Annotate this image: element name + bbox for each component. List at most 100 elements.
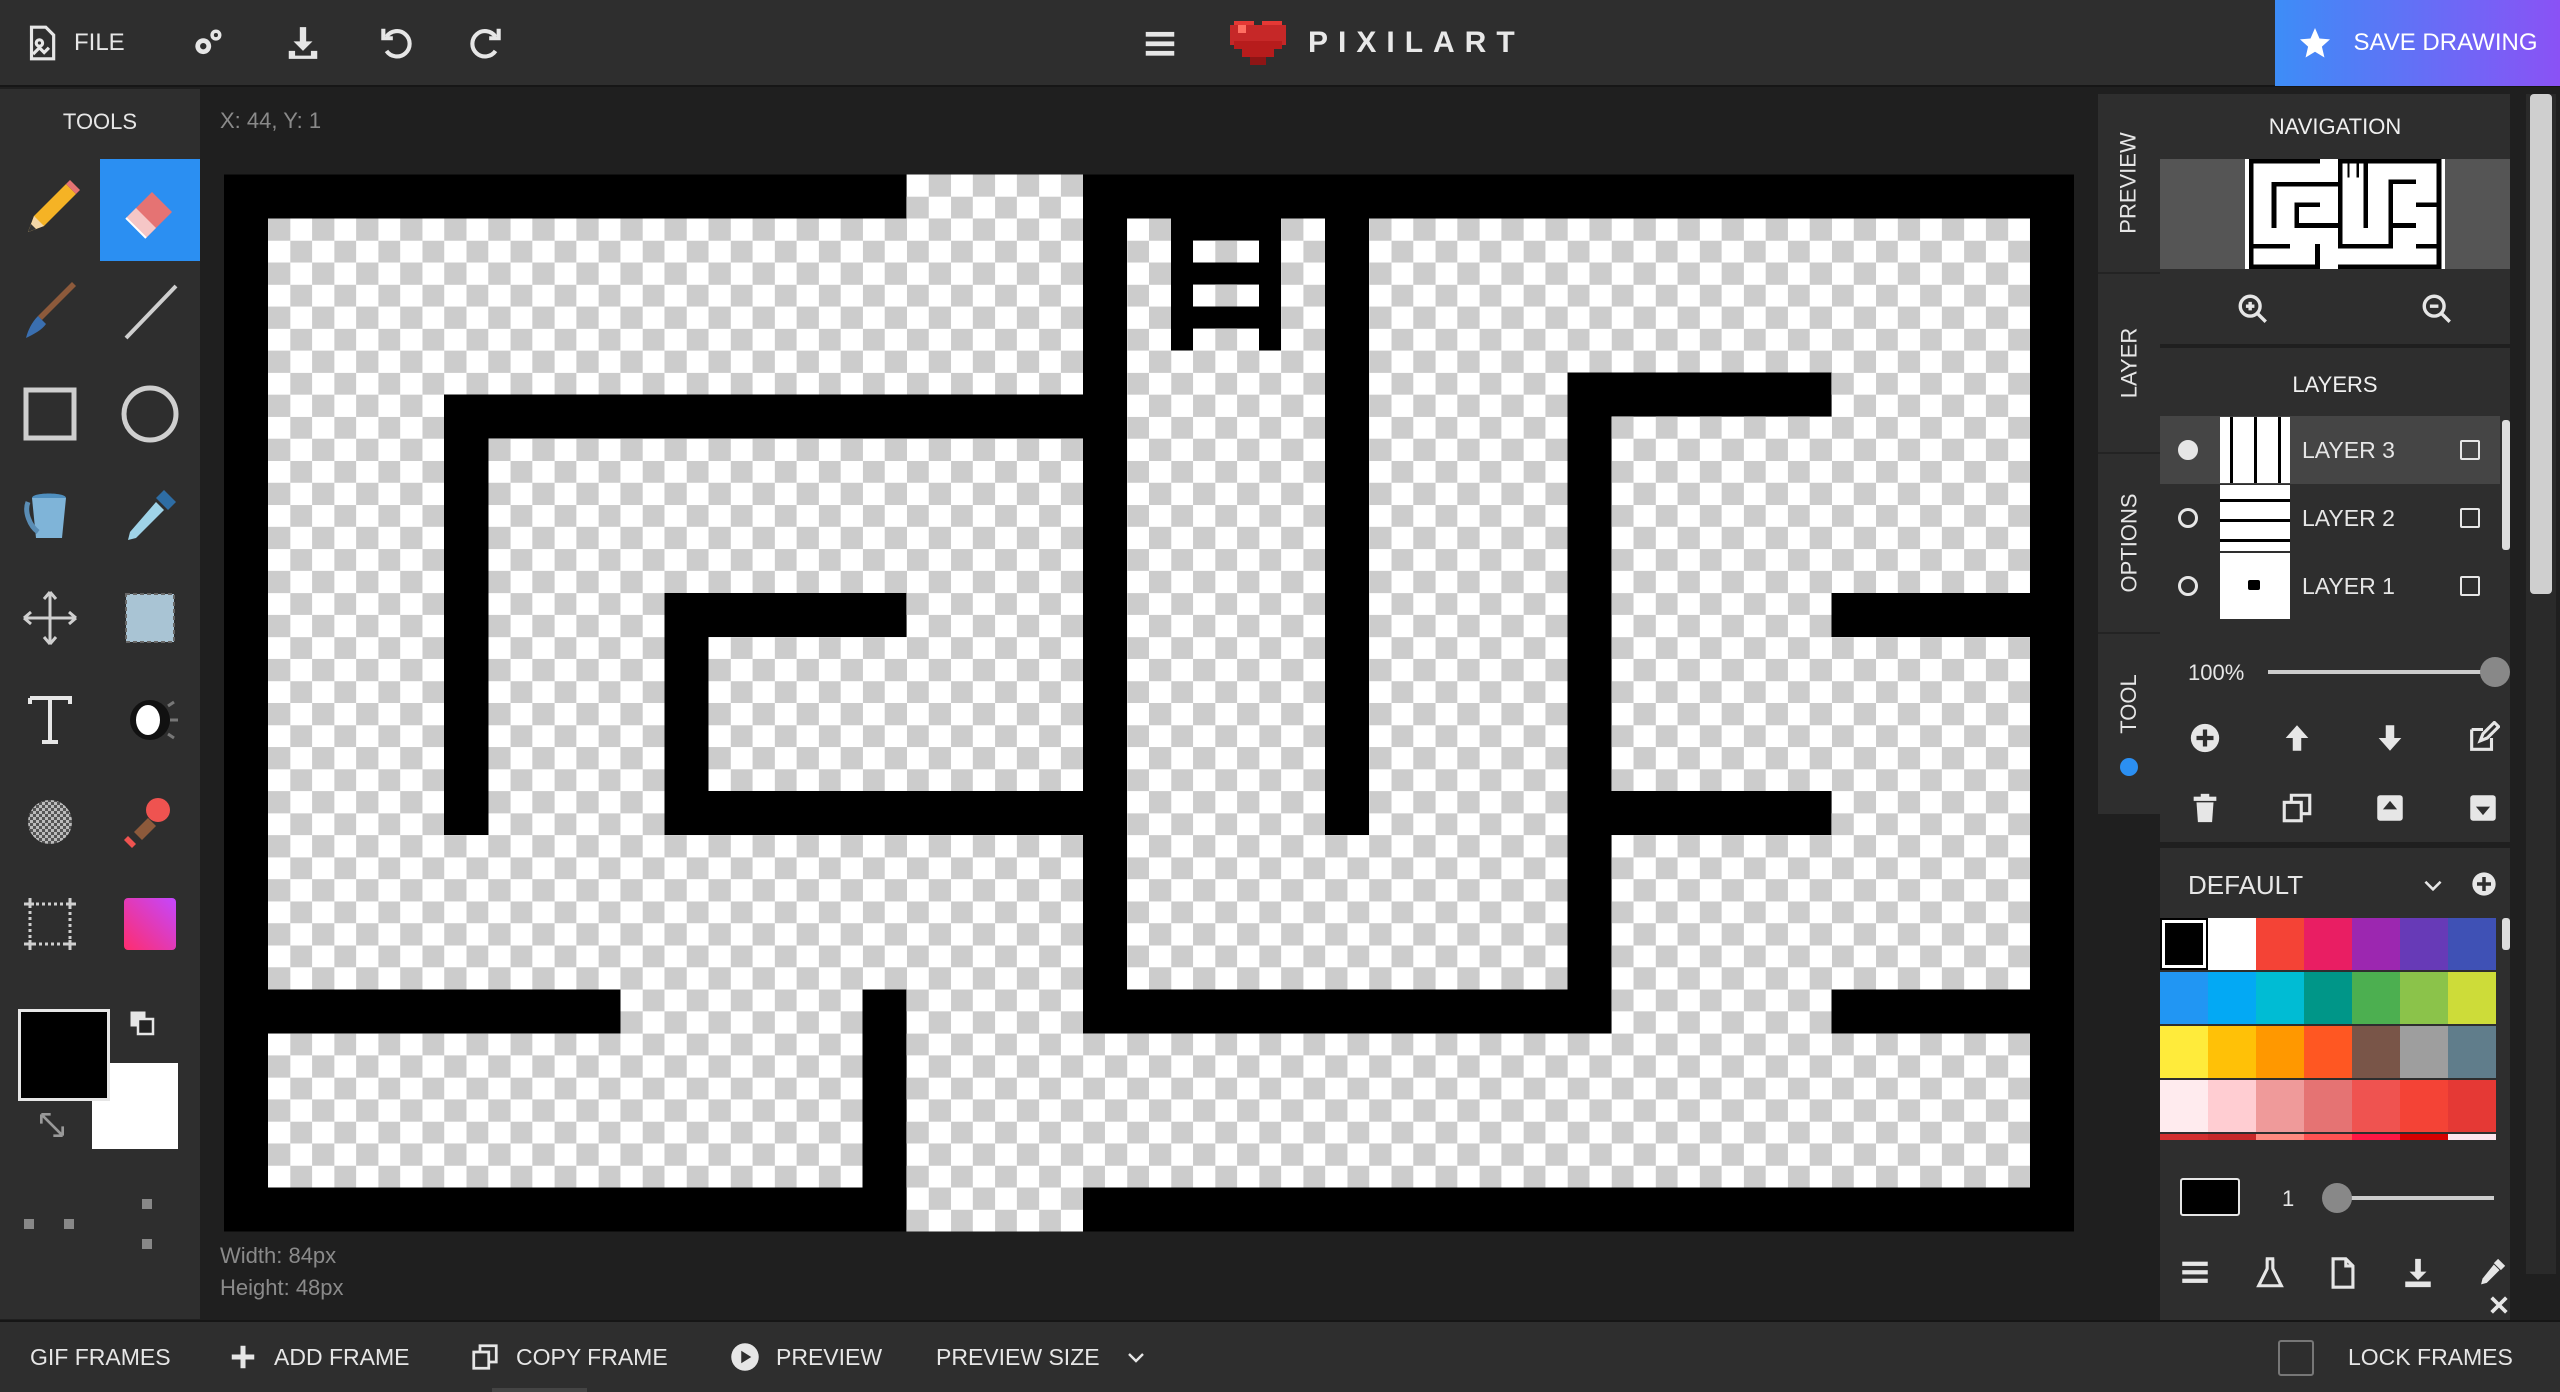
lighten-tool[interactable]: [100, 669, 200, 771]
save-drawing-button[interactable]: SAVE DRAWING: [2275, 0, 2560, 86]
palette-swatch[interactable]: [2400, 972, 2448, 1024]
palette-swatch[interactable]: [2400, 1026, 2448, 1078]
palette-swatch[interactable]: [2448, 1026, 2496, 1078]
layer-visibility-radio[interactable]: [2178, 440, 2198, 460]
palette-swatch[interactable]: [2352, 972, 2400, 1024]
add-palette-icon[interactable]: [2470, 870, 2498, 898]
line-tool[interactable]: [100, 261, 200, 363]
layer-opacity-knob[interactable]: [2480, 657, 2510, 687]
palette-swatch[interactable]: [2160, 1080, 2208, 1132]
palette-swatch[interactable]: [2256, 1026, 2304, 1078]
palette-scrollbar[interactable]: [2502, 918, 2510, 950]
file-menu-button[interactable]: FILE: [22, 0, 132, 85]
palette-swatch[interactable]: [2448, 972, 2496, 1024]
zoom-in-button[interactable]: [2228, 284, 2278, 334]
duplicate-layer-button[interactable]: [2272, 783, 2322, 833]
redo-button[interactable]: [458, 0, 513, 85]
copy-frame-button[interactable]: COPY FRAME: [470, 1322, 668, 1392]
palette-swatch[interactable]: [2352, 1134, 2400, 1140]
palette-swatch[interactable]: [2160, 1134, 2208, 1140]
eyedropper-tool[interactable]: [100, 465, 200, 567]
palette-swatch[interactable]: [2304, 972, 2352, 1024]
download-button[interactable]: [275, 0, 330, 85]
palette-swatch[interactable]: [2448, 1080, 2496, 1132]
brush-size-knob[interactable]: [2322, 1183, 2352, 1213]
palette-swatch[interactable]: [2160, 972, 2208, 1024]
palette-generate-button[interactable]: [2245, 1248, 2295, 1298]
palette-swatch[interactable]: [2256, 972, 2304, 1024]
preview-size-dropdown[interactable]: PREVIEW SIZE: [936, 1322, 1164, 1392]
layer-checkbox[interactable]: [2460, 440, 2480, 460]
tab-preview[interactable]: PREVIEW: [2098, 94, 2160, 274]
rename-layer-button[interactable]: [2458, 713, 2508, 763]
pencil-tool[interactable]: [0, 159, 100, 261]
layer-row[interactable]: LAYER 2: [2160, 484, 2500, 552]
layer-checkbox[interactable]: [2460, 508, 2480, 528]
brush-size-slider[interactable]: [2322, 1183, 2494, 1213]
palette-swatch[interactable]: [2304, 1080, 2352, 1132]
palette-eyedropper-button[interactable]: [2466, 1248, 2516, 1298]
palette-import-button[interactable]: [2318, 1248, 2368, 1298]
dither-tool[interactable]: [0, 771, 100, 873]
lock-frames-label-wrap[interactable]: LOCK FRAMES: [2348, 1322, 2513, 1392]
bucket-fill-tool[interactable]: [0, 465, 100, 567]
delete-layer-button[interactable]: [2180, 783, 2230, 833]
swap-colors-icon[interactable]: [128, 1009, 158, 1039]
palette-swatch[interactable]: [2448, 918, 2496, 970]
palette-name[interactable]: DEFAULT: [2188, 870, 2303, 901]
circle-tool[interactable]: [100, 363, 200, 465]
palette-swatch[interactable]: [2160, 918, 2208, 970]
palette-swatch[interactable]: [2256, 1080, 2304, 1132]
brush-color-preview[interactable]: [2180, 1178, 2240, 1216]
text-tool[interactable]: [0, 669, 100, 771]
rectangle-tool[interactable]: [0, 363, 100, 465]
move-layer-up-button[interactable]: [2272, 713, 2322, 763]
primary-color-swatch[interactable]: [18, 1009, 110, 1101]
right-panel-scroll-thumb[interactable]: [2530, 94, 2552, 594]
palette-swatch[interactable]: [2256, 918, 2304, 970]
merge-up-button[interactable]: [2365, 783, 2415, 833]
palette-swatch[interactable]: [2400, 918, 2448, 970]
merge-down-button[interactable]: [2458, 783, 2508, 833]
layer-row[interactable]: LAYER 3: [2160, 416, 2500, 484]
chevron-down-icon[interactable]: [2420, 872, 2446, 898]
layers-scrollbar[interactable]: [2502, 420, 2510, 550]
palette-swatch[interactable]: [2208, 918, 2256, 970]
layer-opacity-slider[interactable]: [2268, 657, 2510, 687]
navigation-thumbnail[interactable]: [2245, 159, 2445, 269]
palette-swatch[interactable]: [2304, 918, 2352, 970]
move-layer-down-button[interactable]: [2365, 713, 2415, 763]
close-panel-icon[interactable]: [2488, 1294, 2510, 1316]
layer-checkbox[interactable]: [2460, 576, 2480, 596]
tab-options[interactable]: OPTIONS: [2098, 454, 2160, 634]
drawing-canvas[interactable]: [224, 174, 2074, 1232]
right-panel-scrollbar[interactable]: [2526, 94, 2556, 1274]
palette-swatch[interactable]: [2448, 1134, 2496, 1140]
palette-swatch[interactable]: [2400, 1134, 2448, 1140]
palette-swatch[interactable]: [2208, 1080, 2256, 1132]
layer-visibility-radio[interactable]: [2178, 576, 2198, 596]
add-layer-button[interactable]: [2180, 713, 2230, 763]
palette-download-button[interactable]: [2393, 1248, 2443, 1298]
selection-tool[interactable]: [100, 567, 200, 669]
settings-button[interactable]: [180, 0, 235, 85]
maze-pixel-art[interactable]: [224, 174, 2074, 1232]
gif-frames-button[interactable]: GIF FRAMES: [30, 1322, 171, 1392]
move-tool[interactable]: [0, 567, 100, 669]
gradient-tool[interactable]: [100, 873, 200, 975]
palette-swatch[interactable]: [2352, 1080, 2400, 1132]
palette-swatch[interactable]: [2352, 1026, 2400, 1078]
undo-button[interactable]: [368, 0, 423, 85]
stamp-tool[interactable]: [100, 771, 200, 873]
palette-swatch[interactable]: [2256, 1134, 2304, 1140]
palette-swatch[interactable]: [2208, 1134, 2256, 1140]
layer-visibility-radio[interactable]: [2178, 508, 2198, 528]
layer-row[interactable]: LAYER 1: [2160, 552, 2500, 620]
pixilart-logo[interactable]: PIXILART: [1230, 0, 1525, 85]
palette-swatch[interactable]: [2208, 972, 2256, 1024]
zoom-out-button[interactable]: [2412, 284, 2462, 334]
tab-tool[interactable]: TOOL: [2098, 634, 2160, 814]
tab-layer[interactable]: LAYER: [2098, 274, 2160, 454]
eraser-tool[interactable]: [100, 159, 200, 261]
palette-list-button[interactable]: [2170, 1248, 2220, 1298]
